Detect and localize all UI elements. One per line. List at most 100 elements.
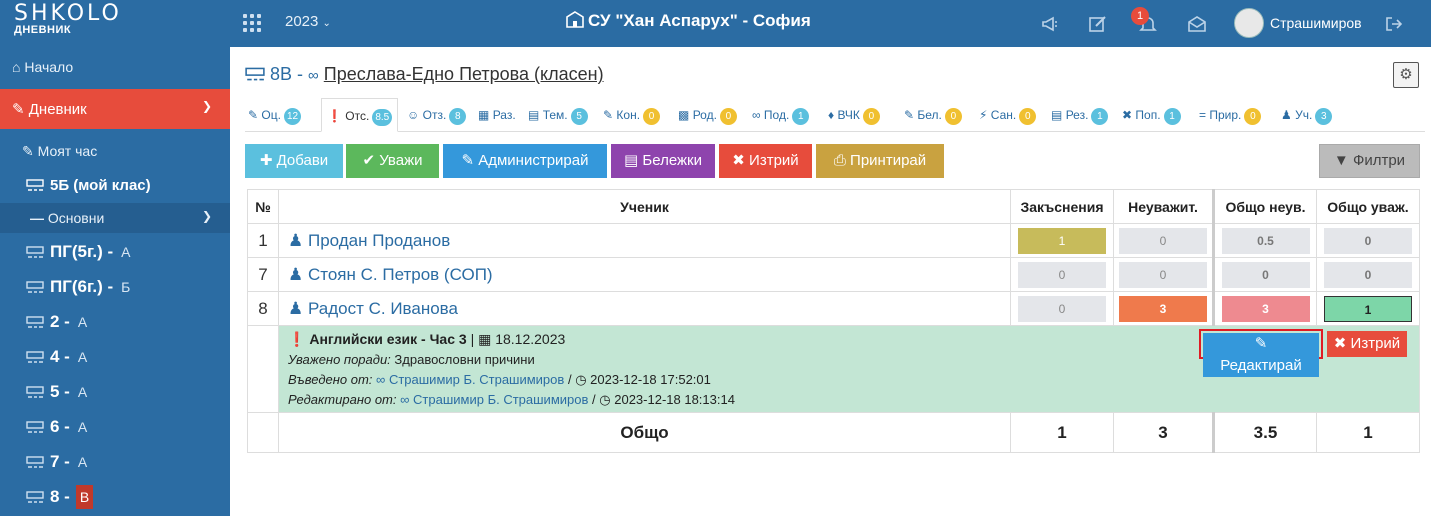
unexcused-cell[interactable]: 0 xyxy=(1113,223,1214,258)
tab-label: Под. xyxy=(763,108,790,122)
administer-button[interactable]: ✎ Администрирай xyxy=(443,144,607,178)
tab-label: Уч. xyxy=(1295,108,1313,122)
tab-notes[interactable]: ✎ Бел. 0 xyxy=(904,98,962,132)
unexcused-value: 3 xyxy=(1119,295,1207,322)
student-name-link[interactable]: ♟ Стоян С. Петров (СОП) xyxy=(278,257,1011,292)
sidebar-item-my-class[interactable]: 5Б (мой клас) xyxy=(26,177,256,194)
glasses-icon: ∞ xyxy=(400,392,410,407)
classroom-icon xyxy=(26,386,44,398)
filters-button[interactable]: ▼ Филтри xyxy=(1319,144,1420,178)
class-teacher-link[interactable]: Преслава-Едно Петрова (класен) xyxy=(324,64,604,84)
sidebar-class[interactable]: 2 - А xyxy=(26,312,256,332)
sidebar-item-diary[interactable]: ✎ Дневник ❯ xyxy=(0,89,230,129)
sidebar-item-basic[interactable]: — Основни ❯ xyxy=(0,203,230,233)
tab-nature[interactable]: = Прир. 0 xyxy=(1199,98,1262,132)
totals-total-unexcused: 3.5 xyxy=(1212,412,1317,453)
tab-sanctions[interactable]: ⚡ Сан. 0 xyxy=(979,98,1037,132)
tab-absences[interactable]: ❗ Отс. 8.5 xyxy=(321,98,399,132)
class-letter: А xyxy=(77,349,88,365)
tab-students[interactable]: ♟ Уч. 3 xyxy=(1281,98,1333,132)
chevron-down-icon: ❯ xyxy=(201,209,212,223)
tab-support[interactable]: ∞ Под. 1 xyxy=(752,98,810,132)
tab-topics[interactable]: ▤ Тем. 5 xyxy=(528,98,588,132)
edit-icon: ✎ xyxy=(1203,333,1319,355)
totals-unexcused: 3 xyxy=(1113,412,1214,453)
student-name-link[interactable]: ♟ Продан Проданов xyxy=(278,223,1011,258)
student-name-link[interactable]: ♟ Радост С. Иванова xyxy=(278,291,1011,326)
add-button[interactable]: ✚ Добави xyxy=(245,144,343,178)
edit-absence-button[interactable]: ✎ Редактирай xyxy=(1199,329,1323,377)
edit-icon: ✎ xyxy=(12,101,25,118)
chevron-down-icon: ⌄ xyxy=(322,18,331,29)
equals-icon: = xyxy=(1199,108,1207,122)
logo-text: SHKOLO xyxy=(14,1,122,26)
tab-schedule[interactable]: ▦ Раз. xyxy=(478,98,516,132)
sidebar-class[interactable]: 5 - А xyxy=(26,382,256,402)
class-letter: Б xyxy=(121,279,131,295)
sidebar-class[interactable]: ПГ(6г.) - Б xyxy=(26,277,256,297)
class-grade: 5 - xyxy=(50,382,70,401)
list-icon: ▤ xyxy=(528,108,540,122)
class-grade: 2 - xyxy=(50,312,70,331)
year-selector[interactable]: 2023 ⌄ xyxy=(285,13,331,30)
print-button[interactable]: ⎙ Принтирай xyxy=(816,144,944,178)
entered-by-link[interactable]: ∞ Страшимир Б. Страшимиров xyxy=(376,372,564,387)
edited-by-link[interactable]: ∞ Страшимир Б. Страшимиров xyxy=(400,392,588,407)
unexcused-value: 0 xyxy=(1119,261,1207,288)
delete-absence-button[interactable]: ✖ Изтрий xyxy=(1327,331,1407,357)
unexcused-cell[interactable]: 0 xyxy=(1113,257,1214,292)
sidebar-class[interactable]: 7 - А xyxy=(26,452,256,472)
sidebar-class[interactable]: ПГ(5г.) - А xyxy=(26,242,256,262)
avatar[interactable] xyxy=(1234,8,1264,38)
logo[interactable]: SHKOLO ДНЕВНИК xyxy=(14,1,189,37)
sidebar-basic-label: Основни xyxy=(47,210,105,226)
totals-late: 1 xyxy=(1010,412,1114,453)
logout-icon[interactable] xyxy=(1384,14,1404,34)
tab-bar: ✎ Оц. 12 ❗ Отс. 8.5 ☺ Отз. 8 ▦ Раз. ▤ Тем. 5… xyxy=(245,98,1425,132)
apps-grid-icon[interactable] xyxy=(243,14,261,32)
detail-reason: Здравословни причини xyxy=(394,352,535,367)
classroom-icon xyxy=(245,67,265,81)
tab-control[interactable]: ✎ Кон. 0 xyxy=(603,98,661,132)
tab-corrections[interactable]: ✖ Поп. 1 xyxy=(1122,98,1181,132)
detail-entered-label: Въведено от: xyxy=(288,372,373,387)
tab-grades[interactable]: ✎ Оц. 12 xyxy=(248,98,302,132)
sidebar-item-home[interactable]: ⌂ Начало xyxy=(12,59,242,75)
table-header-row: № Ученик Закъснения Неуважит. Общо неув.… xyxy=(247,189,1420,224)
tab-count-badge: 0 xyxy=(944,108,962,125)
late-cell[interactable]: 0 xyxy=(1010,291,1114,326)
filter-icon: ▼ xyxy=(1333,152,1349,169)
notes-button[interactable]: ▤ Бележки xyxy=(611,144,715,178)
detail-slash: / xyxy=(592,392,596,407)
total-unexcused-value: 0.5 xyxy=(1221,227,1310,254)
unexcused-cell[interactable]: 3 xyxy=(1113,291,1214,326)
table-row: 7 ♟ Стоян С. Петров (СОП) 0 0 0 0 xyxy=(247,257,1420,292)
tab-label: Прир. xyxy=(1209,108,1242,122)
absence-detail-row: ❗ Английски език - Час 3 | ▦ 18.12.2023 … xyxy=(247,325,1420,413)
entered-at: 2023-12-18 17:52:01 xyxy=(590,372,711,387)
tab-results[interactable]: ▤ Рез. 1 xyxy=(1051,98,1109,132)
tab-vchk[interactable]: ♦ ВЧК 0 xyxy=(828,98,880,132)
tab-label: Тем. xyxy=(542,108,568,122)
tab-count-badge: 8 xyxy=(449,108,467,125)
envelope-icon[interactable] xyxy=(1187,14,1207,34)
detail-date: 18.12.2023 xyxy=(495,331,566,347)
edit-icon[interactable] xyxy=(1088,14,1108,34)
sidebar-class[interactable]: 4 - А xyxy=(26,347,256,367)
sidebar-class-active[interactable]: 8 - В xyxy=(26,485,256,509)
late-cell[interactable]: 0 xyxy=(1010,257,1114,292)
detail-reason-line: Уважено поради: Здравословни причини xyxy=(288,352,535,367)
school-name: СУ "Хан Аспарух" - София xyxy=(588,11,811,30)
sidebar-class[interactable]: 6 - А xyxy=(26,417,256,437)
excuse-button[interactable]: ✔ Уважи xyxy=(346,144,439,178)
delete-button[interactable]: ✖ Изтрий xyxy=(719,144,812,178)
late-cell[interactable]: 1 xyxy=(1010,223,1114,258)
megaphone-icon[interactable] xyxy=(1040,14,1060,34)
tab-feedback[interactable]: ☺ Отз. 8 xyxy=(407,98,467,132)
tab-parents[interactable]: ▩ Род. 0 xyxy=(678,98,737,132)
student-name: Продан Проданов xyxy=(307,230,451,250)
sidebar-item-my-hour[interactable]: ✎ Моят час xyxy=(22,143,252,160)
user-name[interactable]: Страшимиров xyxy=(1270,15,1362,31)
settings-gear-icon[interactable]: ⚙ xyxy=(1393,62,1419,88)
tab-count-badge: 0 xyxy=(719,108,737,125)
